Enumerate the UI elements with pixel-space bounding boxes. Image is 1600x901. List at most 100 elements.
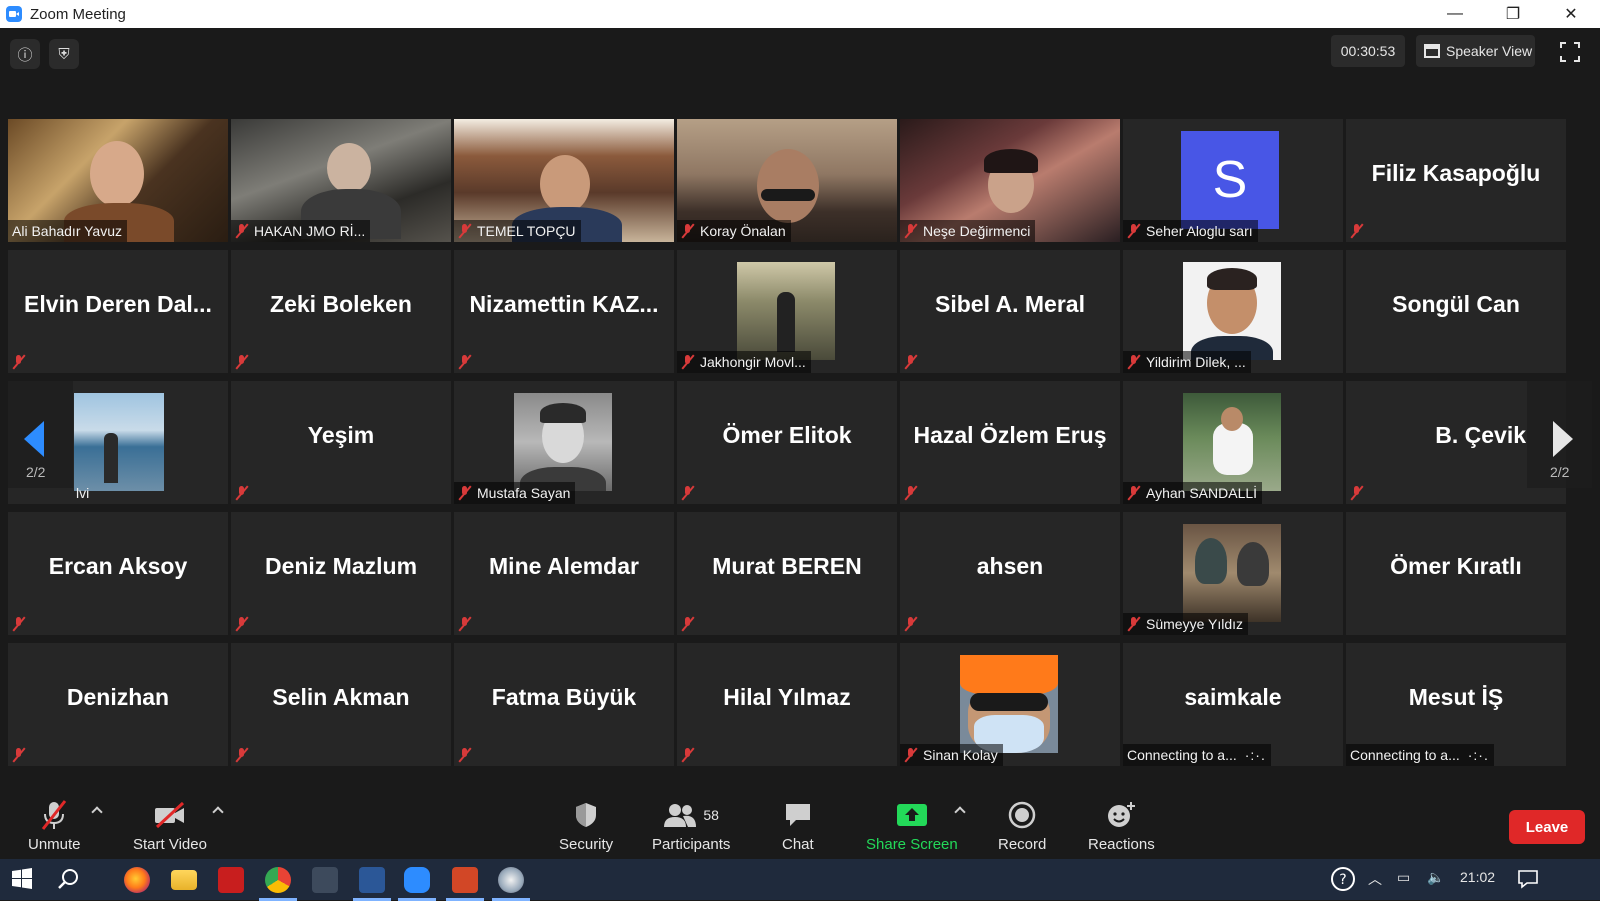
participant-tile[interactable]: Yeşim xyxy=(231,381,451,504)
participant-tile[interactable]: Ayhan SANDALLİ xyxy=(1123,381,1343,504)
participant-tile[interactable]: HAKAN JMO Rİ... xyxy=(231,119,451,242)
acrobat-icon[interactable] xyxy=(218,867,244,893)
participant-display-name: Fatma Büyük xyxy=(491,684,637,710)
participant-tile[interactable]: Filiz Kasapoğlu xyxy=(1346,119,1566,242)
start-video-button[interactable]: Start Video xyxy=(133,798,207,853)
restore-button[interactable]: ❐ xyxy=(1484,0,1542,28)
record-button[interactable]: Record xyxy=(998,798,1046,853)
participant-tile[interactable]: Selin Akman xyxy=(231,643,451,766)
paint-icon[interactable] xyxy=(492,867,530,901)
taskbar-clock[interactable]: 21:02 xyxy=(1460,869,1495,885)
help-icon[interactable]: ? xyxy=(1330,866,1356,895)
participant-tile[interactable]: Sibel A. Meral xyxy=(900,250,1120,373)
reactions-button[interactable]: Reactions xyxy=(1088,798,1155,853)
muted-mic-icon xyxy=(458,748,471,762)
participant-tile[interactable]: S Seher Aloglu sarı xyxy=(1123,119,1343,242)
share-screen-button[interactable]: Share Screen xyxy=(866,798,958,853)
participant-tile[interactable]: Deniz Mazlum xyxy=(231,512,451,635)
muted-mic-icon xyxy=(1127,355,1140,369)
participant-tile[interactable]: Elvin Deren Dal... xyxy=(8,250,228,373)
participant-tile[interactable]: Koray Önalan xyxy=(677,119,897,242)
participant-tile[interactable]: Fatma Büyük xyxy=(454,643,674,766)
participant-tile[interactable]: Murat BEREN xyxy=(677,512,897,635)
participant-photo xyxy=(960,655,1058,753)
page-indicator: 2/2 xyxy=(26,464,46,480)
participant-tile[interactable]: Ercan Aksoy xyxy=(8,512,228,635)
search-icon[interactable] xyxy=(56,867,82,893)
muted-mic-icon xyxy=(904,486,917,500)
participant-tile[interactable]: Songül Can xyxy=(1346,250,1566,373)
participant-name-tag xyxy=(8,351,36,373)
close-button[interactable]: ✕ xyxy=(1542,0,1600,28)
firefox-icon[interactable] xyxy=(124,867,150,893)
muted-mic-icon xyxy=(681,748,694,762)
participant-display-name: Sibel A. Meral xyxy=(935,291,1085,317)
start-icon[interactable] xyxy=(10,867,36,893)
muted-mic-icon xyxy=(458,224,471,238)
participant-name-tag xyxy=(231,613,259,635)
meeting-info-icon[interactable]: ⓘ xyxy=(10,39,40,69)
powerpoint-icon[interactable] xyxy=(446,867,484,901)
participant-photo xyxy=(1183,524,1281,622)
participant-tile[interactable]: Ömer Elitok xyxy=(677,381,897,504)
muted-mic-icon xyxy=(458,617,471,631)
participant-name-tag xyxy=(900,351,928,373)
participant-tile[interactable]: Mine Alemdar xyxy=(454,512,674,635)
next-page-button[interactable]: 2/2 xyxy=(1527,381,1592,488)
chrome-icon[interactable] xyxy=(259,867,297,901)
share-screen-icon xyxy=(896,798,928,832)
unmute-button[interactable]: Unmute xyxy=(28,798,81,853)
participant-tile[interactable]: Sinan Kolay xyxy=(900,643,1120,766)
participants-icon xyxy=(664,804,697,827)
participant-tile[interactable]: Hazal Özlem Eruş xyxy=(900,381,1120,504)
file-explorer-icon[interactable] xyxy=(171,870,197,890)
participant-display-name: Deniz Mazlum xyxy=(264,553,418,579)
participants-button[interactable]: 58 Participants xyxy=(652,798,730,853)
meeting-controls-bar: Unmute Start Video Security 58 Participa… xyxy=(0,792,1600,859)
participant-tile[interactable]: Denizhan xyxy=(8,643,228,766)
muted-mic-icon xyxy=(12,748,25,762)
participant-tile[interactable]: Sümeyye Yıldız xyxy=(1123,512,1343,635)
participant-tile[interactable]: Hilal Yılmaz xyxy=(677,643,897,766)
previous-page-button[interactable]: 2/2 xyxy=(8,381,73,488)
participant-tile[interactable]: Ömer Kıratlı xyxy=(1346,512,1566,635)
muted-mic-icon xyxy=(681,355,694,369)
participant-tile[interactable]: TEMEL TOPÇU xyxy=(454,119,674,242)
volume-icon[interactable]: 🔈 xyxy=(1427,869,1444,886)
leave-button[interactable]: Leave xyxy=(1509,810,1585,844)
participant-tile[interactable]: saimkale Connecting to a... ·:·. xyxy=(1123,643,1343,766)
participant-tile[interactable]: Mesut İŞ Connecting to a... ·:·. xyxy=(1346,643,1566,766)
audio-options-caret-icon[interactable] xyxy=(91,806,103,818)
security-button[interactable]: Security xyxy=(559,798,613,853)
participant-tile[interactable]: ahsen xyxy=(900,512,1120,635)
participant-name-tag: Yildirim Dilek, ... xyxy=(1123,351,1251,373)
muted-mic-icon xyxy=(904,224,917,238)
chat-button[interactable]: Chat xyxy=(782,798,814,853)
participant-tile[interactable]: Ali Bahadır Yavuz xyxy=(8,119,228,242)
video-options-caret-icon[interactable] xyxy=(212,806,224,818)
participant-tile[interactable]: Zeki Boleken xyxy=(231,250,451,373)
show-hidden-icons-icon[interactable]: ︿ xyxy=(1368,869,1382,889)
muted-mic-icon xyxy=(1350,486,1363,500)
connection-status: Connecting to a... ·:·. xyxy=(1123,744,1271,766)
battery-icon[interactable]: ▭ xyxy=(1397,869,1410,886)
gallery-grid: Ali Bahadır Yavuz HAKAN JMO Rİ... TEMEL … xyxy=(8,119,1566,766)
fullscreen-icon[interactable] xyxy=(1560,42,1580,62)
participant-tile[interactable]: Neşe Değirmenci xyxy=(900,119,1120,242)
zoom-window: Zoom Meeting — ❐ ✕ ⓘ ⛨ 00:30:53 Speaker … xyxy=(0,0,1600,901)
muted-mic-icon xyxy=(681,224,694,238)
participant-tile[interactable]: Jakhongir Movl... xyxy=(677,250,897,373)
word-icon[interactable] xyxy=(353,867,391,901)
arrow-left-icon xyxy=(24,421,44,457)
zoom-icon[interactable] xyxy=(398,867,436,901)
notifications-icon[interactable] xyxy=(1517,869,1539,892)
participant-tile[interactable]: Mustafa Sayan xyxy=(454,381,674,504)
speaker-view-button[interactable]: Speaker View xyxy=(1416,35,1535,67)
participant-name-tag: Sinan Kolay xyxy=(900,744,1003,766)
minimize-button[interactable]: — xyxy=(1426,0,1484,28)
muted-mic-icon xyxy=(904,748,917,762)
app-icon[interactable] xyxy=(312,867,338,893)
participant-tile[interactable]: Yildirim Dilek, ... xyxy=(1123,250,1343,373)
participant-tile[interactable]: Nizamettin KAZ... xyxy=(454,250,674,373)
encryption-shield-icon[interactable]: ⛨ xyxy=(49,39,79,69)
